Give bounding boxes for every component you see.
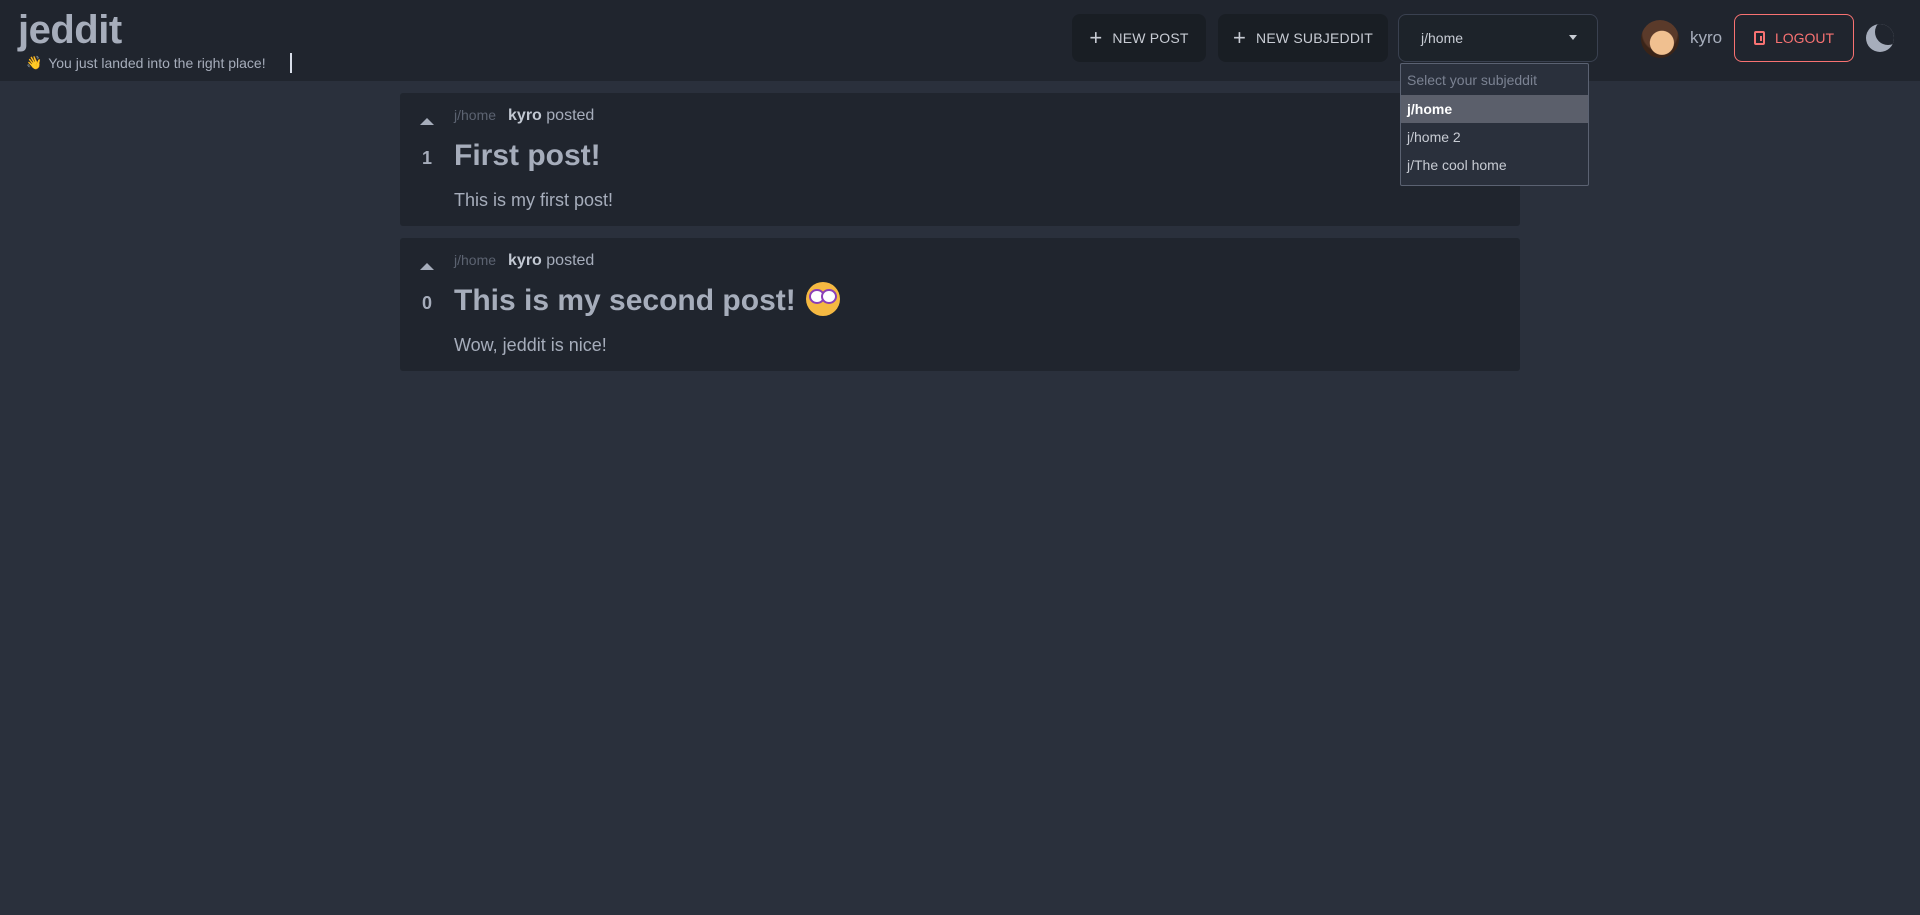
dropdown-option[interactable]: j/home (1401, 95, 1588, 123)
post-meta: j/home kyro posted (454, 107, 594, 125)
post-card[interactable]: 1 j/home kyro posted First post! This is… (400, 93, 1520, 226)
username[interactable]: kyro (1690, 28, 1722, 48)
new-subjeddit-button[interactable]: + NEW SUBJEDDIT (1218, 14, 1388, 62)
post-author[interactable]: kyro (508, 107, 542, 124)
post-body: Wow, jeddit is nice! (454, 335, 607, 355)
moon-icon[interactable] (1866, 24, 1894, 52)
top-navbar: jeddit 👋 You just landed into the right … (0, 0, 1920, 81)
plus-icon: + (1232, 25, 1247, 50)
post-author-line: kyro posted (508, 107, 594, 125)
subjeddit-dropdown-list: Select your subjeddit j/home j/home 2 j/… (1400, 63, 1589, 186)
new-post-button[interactable]: + NEW POST (1072, 14, 1206, 62)
caret-down-icon (1569, 35, 1577, 40)
typing-cursor (289, 53, 292, 73)
brand-tagline: 👋 You just landed into the right place! (26, 53, 292, 73)
post-action: posted (546, 252, 595, 269)
post-card[interactable]: 0 j/home kyro posted This is my second p… (400, 238, 1520, 371)
upvote-arrow-icon[interactable] (420, 263, 434, 270)
logout-icon (1753, 31, 1765, 45)
dropdown-option[interactable]: j/home 2 (1401, 123, 1588, 151)
post-meta: j/home kyro posted (454, 252, 594, 270)
post-title: This is my second post! (454, 284, 796, 317)
logout-button[interactable]: LOGOUT (1734, 14, 1854, 62)
post-author[interactable]: kyro (508, 252, 542, 269)
subjeddit-select-value: j/home (1421, 30, 1464, 46)
new-subjeddit-label: NEW SUBJEDDIT (1256, 30, 1373, 46)
vote-count: 0 (421, 293, 432, 313)
logout-label: LOGOUT (1774, 30, 1835, 46)
new-post-label: NEW POST (1112, 30, 1189, 46)
post-subjeddit[interactable]: j/home (454, 252, 496, 268)
nerd-face-emoji-icon (805, 282, 840, 317)
brand-logo[interactable]: jeddit (18, 8, 122, 52)
post-author-line: kyro posted (508, 252, 594, 270)
post-body: This is my first post! (454, 190, 614, 210)
plus-icon: + (1089, 25, 1103, 50)
post-title[interactable]: First post! (454, 139, 601, 173)
avatar[interactable] (1641, 20, 1679, 58)
upvote-arrow-icon[interactable] (420, 118, 434, 125)
wave-hand-icon: 👋 (26, 55, 43, 70)
dropdown-option[interactable]: j/The cool home (1401, 151, 1588, 179)
post-subjeddit[interactable]: j/home (454, 107, 496, 123)
brand: jeddit 👋 You just landed into the right … (18, 8, 292, 73)
post-action: posted (546, 107, 595, 124)
tagline-text: You just landed into the right place! (48, 55, 266, 71)
subjeddit-select[interactable]: j/home (1398, 14, 1598, 62)
dropdown-placeholder: Select your subjeddit (1407, 71, 1537, 88)
vote-count: 1 (421, 148, 432, 168)
post-title-row[interactable]: This is my second post! (454, 282, 840, 319)
